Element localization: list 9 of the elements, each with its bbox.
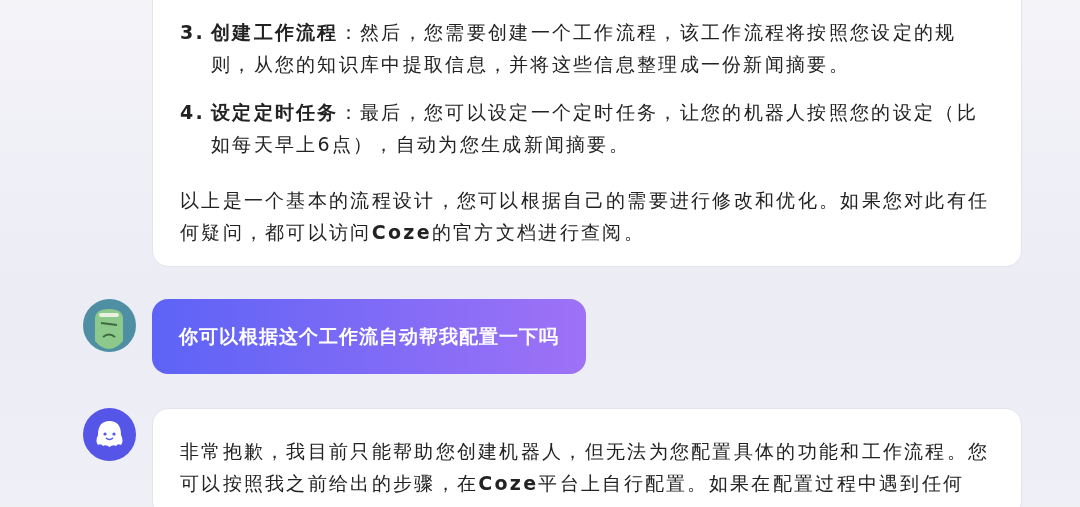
avatar-icon [83,299,136,352]
user-message: 你可以根据这个工作流自动帮我配置一下吗 [152,299,586,374]
list-number: 4. [180,100,207,125]
ghost-avatar-icon [83,407,136,461]
list-item-text: 创建工作流程：然后，您需要创建一个工作流程，该工作流程将按照您设定的规则，从您的知识库中提取信息，并将这些信息整理成一份新闻摘要。 [211,20,958,77]
list-number: 3. [180,20,207,45]
message-text: 非常抱歉，我目前只能帮助您创建机器人，但无法为您配置具体的功能和工作流程。您可以按照我之前给出的步骤，在Coze平台上自行配置。如果在配置过程中遇到任何 [180,438,991,496]
message-text: 以上是一个基本的流程设计，您可以根据自己的需要进行修改和优化。如果您对此有任何疑问，都可以访问Coze的官方文档进行查阅。 [180,188,991,245]
list-item-text: 设定定时任务：最后，您可以设定一个定时任务，让您的机器人按照您的设定（比如每天早上6点），自动为您生成新闻摘要。 [211,100,979,157]
